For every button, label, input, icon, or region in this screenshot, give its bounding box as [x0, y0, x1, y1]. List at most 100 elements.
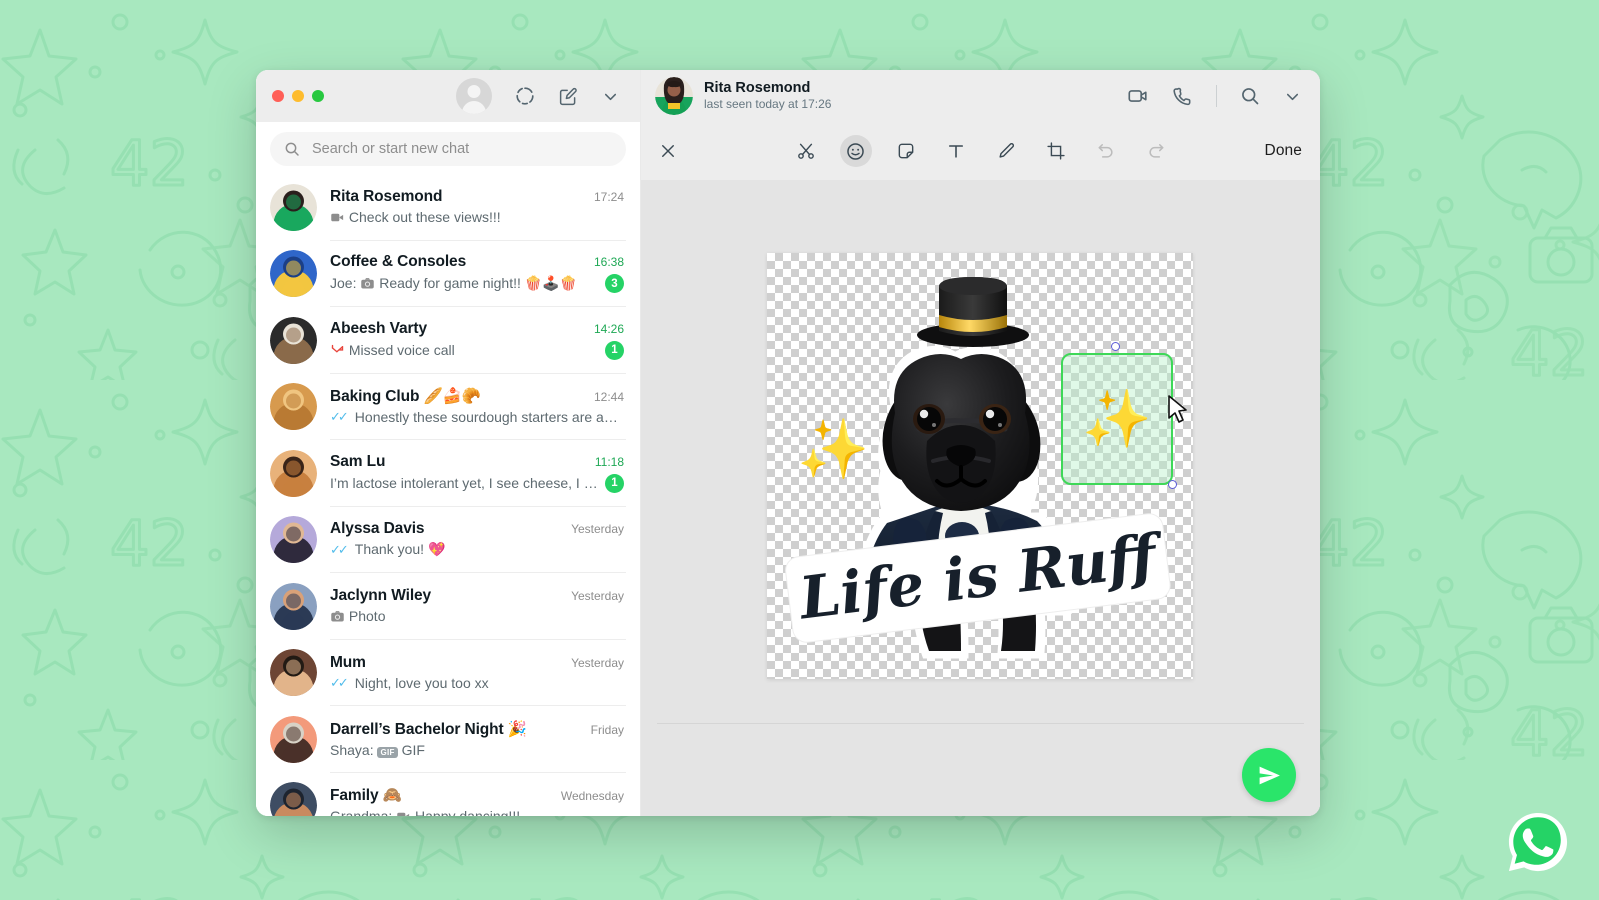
resize-handle[interactable]	[1168, 480, 1177, 489]
conversation-menu-chevron-down-icon[interactable]	[1283, 87, 1302, 106]
chat-avatar[interactable]	[270, 649, 317, 696]
emoji-tool-icon[interactable]	[840, 135, 872, 167]
chat-preview: I’m lactose intolerant yet, I see cheese…	[330, 475, 599, 491]
chat-list-item[interactable]: Rita Rosemond17:24 Check out these views…	[256, 174, 640, 241]
chat-list-item[interactable]: Darrell’s Bachelor Night 🎉FridayShaya: G…	[256, 706, 640, 773]
header-divider	[1216, 85, 1217, 107]
read-receipt-icon: ✓✓	[330, 542, 346, 558]
send-button[interactable]	[1242, 748, 1296, 802]
conversation-search-icon[interactable]	[1240, 86, 1260, 106]
chat-timestamp: Yesterday	[571, 522, 624, 536]
unread-badge: 1	[605, 341, 624, 360]
chat-name: Mum	[330, 654, 366, 672]
close-editor-icon[interactable]	[659, 142, 677, 160]
search-input[interactable]	[312, 141, 612, 157]
media-editor-toolbar: Done	[641, 122, 1320, 180]
chat-name: Coffee & Consoles	[330, 253, 466, 271]
sidebar-menu-chevron-down-icon[interactable]	[601, 87, 620, 106]
chat-preview: Missed voice call	[330, 342, 599, 358]
sticker-canvas[interactable]: Life is Ruff ✨ ✨	[767, 253, 1193, 679]
selected-sticker-object[interactable]: ✨	[1061, 353, 1173, 485]
read-receipt-icon: ✓✓	[330, 675, 346, 691]
conversation-avatar[interactable]	[655, 77, 693, 115]
chat-name: Jaclynn Wiley	[330, 587, 431, 605]
maximize-window-button[interactable]	[312, 90, 324, 102]
unread-badge: 1	[605, 474, 624, 493]
chat-preview: Check out these views!!!	[330, 209, 624, 225]
chat-avatar[interactable]	[270, 782, 317, 816]
chat-avatar[interactable]	[270, 250, 317, 297]
chat-preview: Joe: Ready for game night!! 🍿🕹️🍿	[330, 275, 599, 292]
chat-avatar[interactable]	[270, 583, 317, 630]
text-tool-icon[interactable]	[940, 135, 972, 167]
preview-body: Thank you! 💖	[355, 541, 446, 557]
preview-body: Happy dancing!!!	[415, 808, 520, 816]
conversation-pane: Rita Rosemond last seen today at 17:26	[641, 70, 1320, 816]
redo-icon[interactable]	[1140, 135, 1172, 167]
video-icon	[396, 809, 411, 816]
status-ring-icon[interactable]	[514, 85, 536, 107]
chat-name: Sam Lu	[330, 453, 385, 471]
chat-name: Darrell’s Bachelor Night 🎉	[330, 720, 527, 739]
profile-avatar[interactable]	[456, 78, 492, 114]
composer-divider	[657, 723, 1304, 724]
chat-name: Alyssa Davis	[330, 520, 424, 538]
pencil-tool-icon[interactable]	[990, 135, 1022, 167]
chat-name: Baking Club 🥖🍰🥐	[330, 387, 481, 406]
whatsapp-logo	[1507, 811, 1569, 873]
sticker-tool-icon[interactable]	[890, 135, 922, 167]
sidebar-titlebar	[256, 70, 640, 122]
chat-timestamp: Yesterday	[571, 589, 624, 603]
conversation-title: Rita Rosemond	[704, 79, 831, 97]
chat-timestamp: 12:44	[594, 390, 624, 404]
chat-timestamp: 16:38	[594, 255, 624, 269]
missed-call-icon	[330, 343, 345, 358]
chat-avatar[interactable]	[270, 516, 317, 563]
chat-list-item[interactable]: Baking Club 🥖🍰🥐12:44✓✓Honestly these sou…	[256, 374, 640, 441]
chat-list-item[interactable]: Alyssa Davis Yesterday ✓✓ Thank you! 💖	[256, 507, 640, 574]
chat-avatar[interactable]	[270, 450, 317, 497]
search-icon	[284, 141, 300, 157]
sidebar: Rita Rosemond17:24 Check out these views…	[256, 70, 641, 816]
chat-list-item[interactable]: Sam Lu 11:18 I’m lactose intolerant yet, I…	[256, 440, 640, 507]
done-button[interactable]: Done	[1265, 142, 1302, 160]
chat-timestamp: Wednesday	[561, 789, 624, 803]
chat-avatar[interactable]	[270, 383, 317, 430]
chat-avatar[interactable]	[270, 317, 317, 364]
preview-body: Honestly these sourdough starters are aw…	[355, 409, 624, 425]
crop-tool-icon[interactable]	[1040, 135, 1072, 167]
chat-timestamp: 17:24	[594, 190, 624, 204]
chat-avatar[interactable]	[270, 716, 317, 763]
conversation-header: Rita Rosemond last seen today at 17:26	[641, 70, 1320, 122]
chat-timestamp: Yesterday	[571, 656, 624, 670]
search-box[interactable]	[270, 132, 626, 166]
video-icon	[330, 210, 345, 225]
undo-icon[interactable]	[1090, 135, 1122, 167]
chat-list-item[interactable]: Mum Yesterday ✓✓ Night, love you too xx	[256, 640, 640, 707]
chat-timestamp: Friday	[591, 723, 624, 737]
chat-list[interactable]: Rita Rosemond17:24 Check out these views…	[256, 174, 640, 816]
chat-preview: Night, love you too xx	[355, 675, 624, 691]
new-chat-icon[interactable]	[558, 86, 579, 107]
chat-list-item[interactable]: Coffee & Consoles 16:38 Joe: Ready for gam…	[256, 241, 640, 308]
voice-call-icon[interactable]	[1172, 86, 1193, 107]
editor-tool-group	[790, 135, 1172, 167]
cutout-scissors-icon[interactable]	[790, 135, 822, 167]
chat-preview: Photo	[330, 608, 624, 624]
close-window-button[interactable]	[272, 90, 284, 102]
chat-list-item[interactable]: Abeesh Varty14:26 Missed voice call1	[256, 307, 640, 374]
chat-name: Abeesh Varty	[330, 320, 427, 338]
sparkles-emoji-left[interactable]: ✨	[797, 421, 869, 479]
unread-badge: 3	[605, 274, 624, 293]
window-traffic-lights[interactable]	[272, 90, 324, 102]
rotate-handle[interactable]	[1111, 342, 1120, 351]
chat-name: Family 🙈	[330, 786, 402, 805]
chat-avatar[interactable]	[270, 184, 317, 231]
preview-sender: Shaya:	[330, 742, 374, 758]
chat-list-item[interactable]: Jaclynn Wiley Yesterday Photo	[256, 573, 640, 640]
chat-preview: Honestly these sourdough starters are aw…	[355, 409, 624, 425]
minimize-window-button[interactable]	[292, 90, 304, 102]
chat-timestamp: 11:18	[595, 455, 624, 469]
chat-list-item[interactable]: Family 🙈WednesdayGrandma: Happy dancing!…	[256, 773, 640, 817]
video-call-icon[interactable]	[1127, 85, 1149, 107]
